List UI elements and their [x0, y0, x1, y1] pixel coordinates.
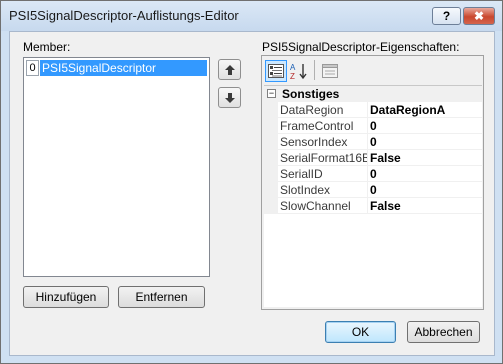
help-button[interactable]: ? — [432, 7, 461, 25]
dialog-client-area: Member: 0 PSI5SignalDescriptor Hinzufüge… — [9, 31, 495, 356]
property-value[interactable]: 0 — [370, 183, 377, 197]
move-up-button[interactable] — [218, 59, 241, 80]
property-name: SerialFormat16Bit — [280, 151, 367, 165]
arrow-down-icon — [224, 92, 235, 103]
dialog-window: PSI5SignalDescriptor-Auflistungs-Editor … — [0, 0, 503, 364]
category-name: Sonstiges — [282, 87, 340, 101]
property-pages-icon — [322, 64, 338, 78]
property-toolbar: A Z — [262, 56, 483, 85]
property-row-sensor-index[interactable]: SensorIndex 0 — [264, 134, 482, 150]
property-pages-button — [319, 60, 341, 82]
property-name: SlowChannel — [280, 199, 351, 213]
close-button[interactable]: ✖ — [463, 7, 495, 25]
property-value[interactable]: DataRegionA — [370, 103, 445, 117]
properties-label: PSI5SignalDescriptor-Eigenschaften: — [262, 40, 460, 54]
property-row-serial-id[interactable]: SerialID 0 — [264, 166, 482, 182]
property-name: SensorIndex — [280, 135, 348, 149]
property-row-slot-index[interactable]: SlotIndex 0 — [264, 182, 482, 198]
categorized-button[interactable] — [265, 60, 287, 82]
ok-button[interactable]: OK — [325, 321, 396, 343]
member-list[interactable]: 0 PSI5SignalDescriptor — [23, 57, 210, 277]
alphabetical-sort-icon: A Z — [290, 63, 307, 80]
property-row-serial-format[interactable]: SerialFormat16Bit False — [264, 150, 482, 166]
cancel-button[interactable]: Abbrechen — [407, 321, 480, 343]
arrow-up-icon — [224, 64, 235, 75]
property-value[interactable]: 0 — [370, 167, 377, 181]
svg-text:A: A — [290, 63, 296, 72]
property-name: SlotIndex — [280, 183, 331, 197]
property-name: SerialID — [280, 167, 323, 181]
move-down-button[interactable] — [218, 87, 241, 108]
toolbar-separator — [314, 60, 315, 80]
alphabetical-button[interactable]: A Z — [288, 60, 310, 82]
remove-button[interactable]: Entfernen — [118, 286, 205, 308]
property-value[interactable]: 0 — [370, 119, 377, 133]
property-grid: − Sonstiges DataRegion DataRegionA Frame… — [264, 85, 482, 307]
add-button[interactable]: Hinzufügen — [23, 286, 109, 308]
property-value[interactable]: False — [370, 199, 401, 213]
property-value[interactable]: False — [370, 151, 401, 165]
property-row-slow-channel[interactable]: SlowChannel False — [264, 198, 482, 214]
member-index: 0 — [26, 60, 39, 76]
close-icon: ✖ — [473, 9, 485, 23]
property-grid-panel: A Z − Sonstiges DataRegion DataRegionA F… — [261, 55, 484, 310]
categorized-view-icon — [268, 64, 284, 78]
category-row[interactable]: − Sonstiges — [264, 86, 482, 102]
help-icon: ? — [442, 9, 451, 23]
member-name: PSI5SignalDescriptor — [40, 60, 207, 76]
title-bar: PSI5SignalDescriptor-Auflistungs-Editor … — [1, 1, 502, 31]
list-item[interactable]: 0 PSI5SignalDescriptor — [26, 60, 207, 76]
property-name: DataRegion — [280, 103, 344, 117]
window-title: PSI5SignalDescriptor-Auflistungs-Editor — [9, 8, 239, 23]
member-label: Member: — [23, 40, 71, 54]
collapse-icon[interactable]: − — [267, 89, 276, 98]
property-row-data-region[interactable]: DataRegion DataRegionA — [264, 102, 482, 118]
svg-text:Z: Z — [290, 72, 295, 80]
property-name: FrameControl — [280, 119, 354, 133]
property-value[interactable]: 0 — [370, 135, 377, 149]
property-row-frame-control[interactable]: FrameControl 0 — [264, 118, 482, 134]
